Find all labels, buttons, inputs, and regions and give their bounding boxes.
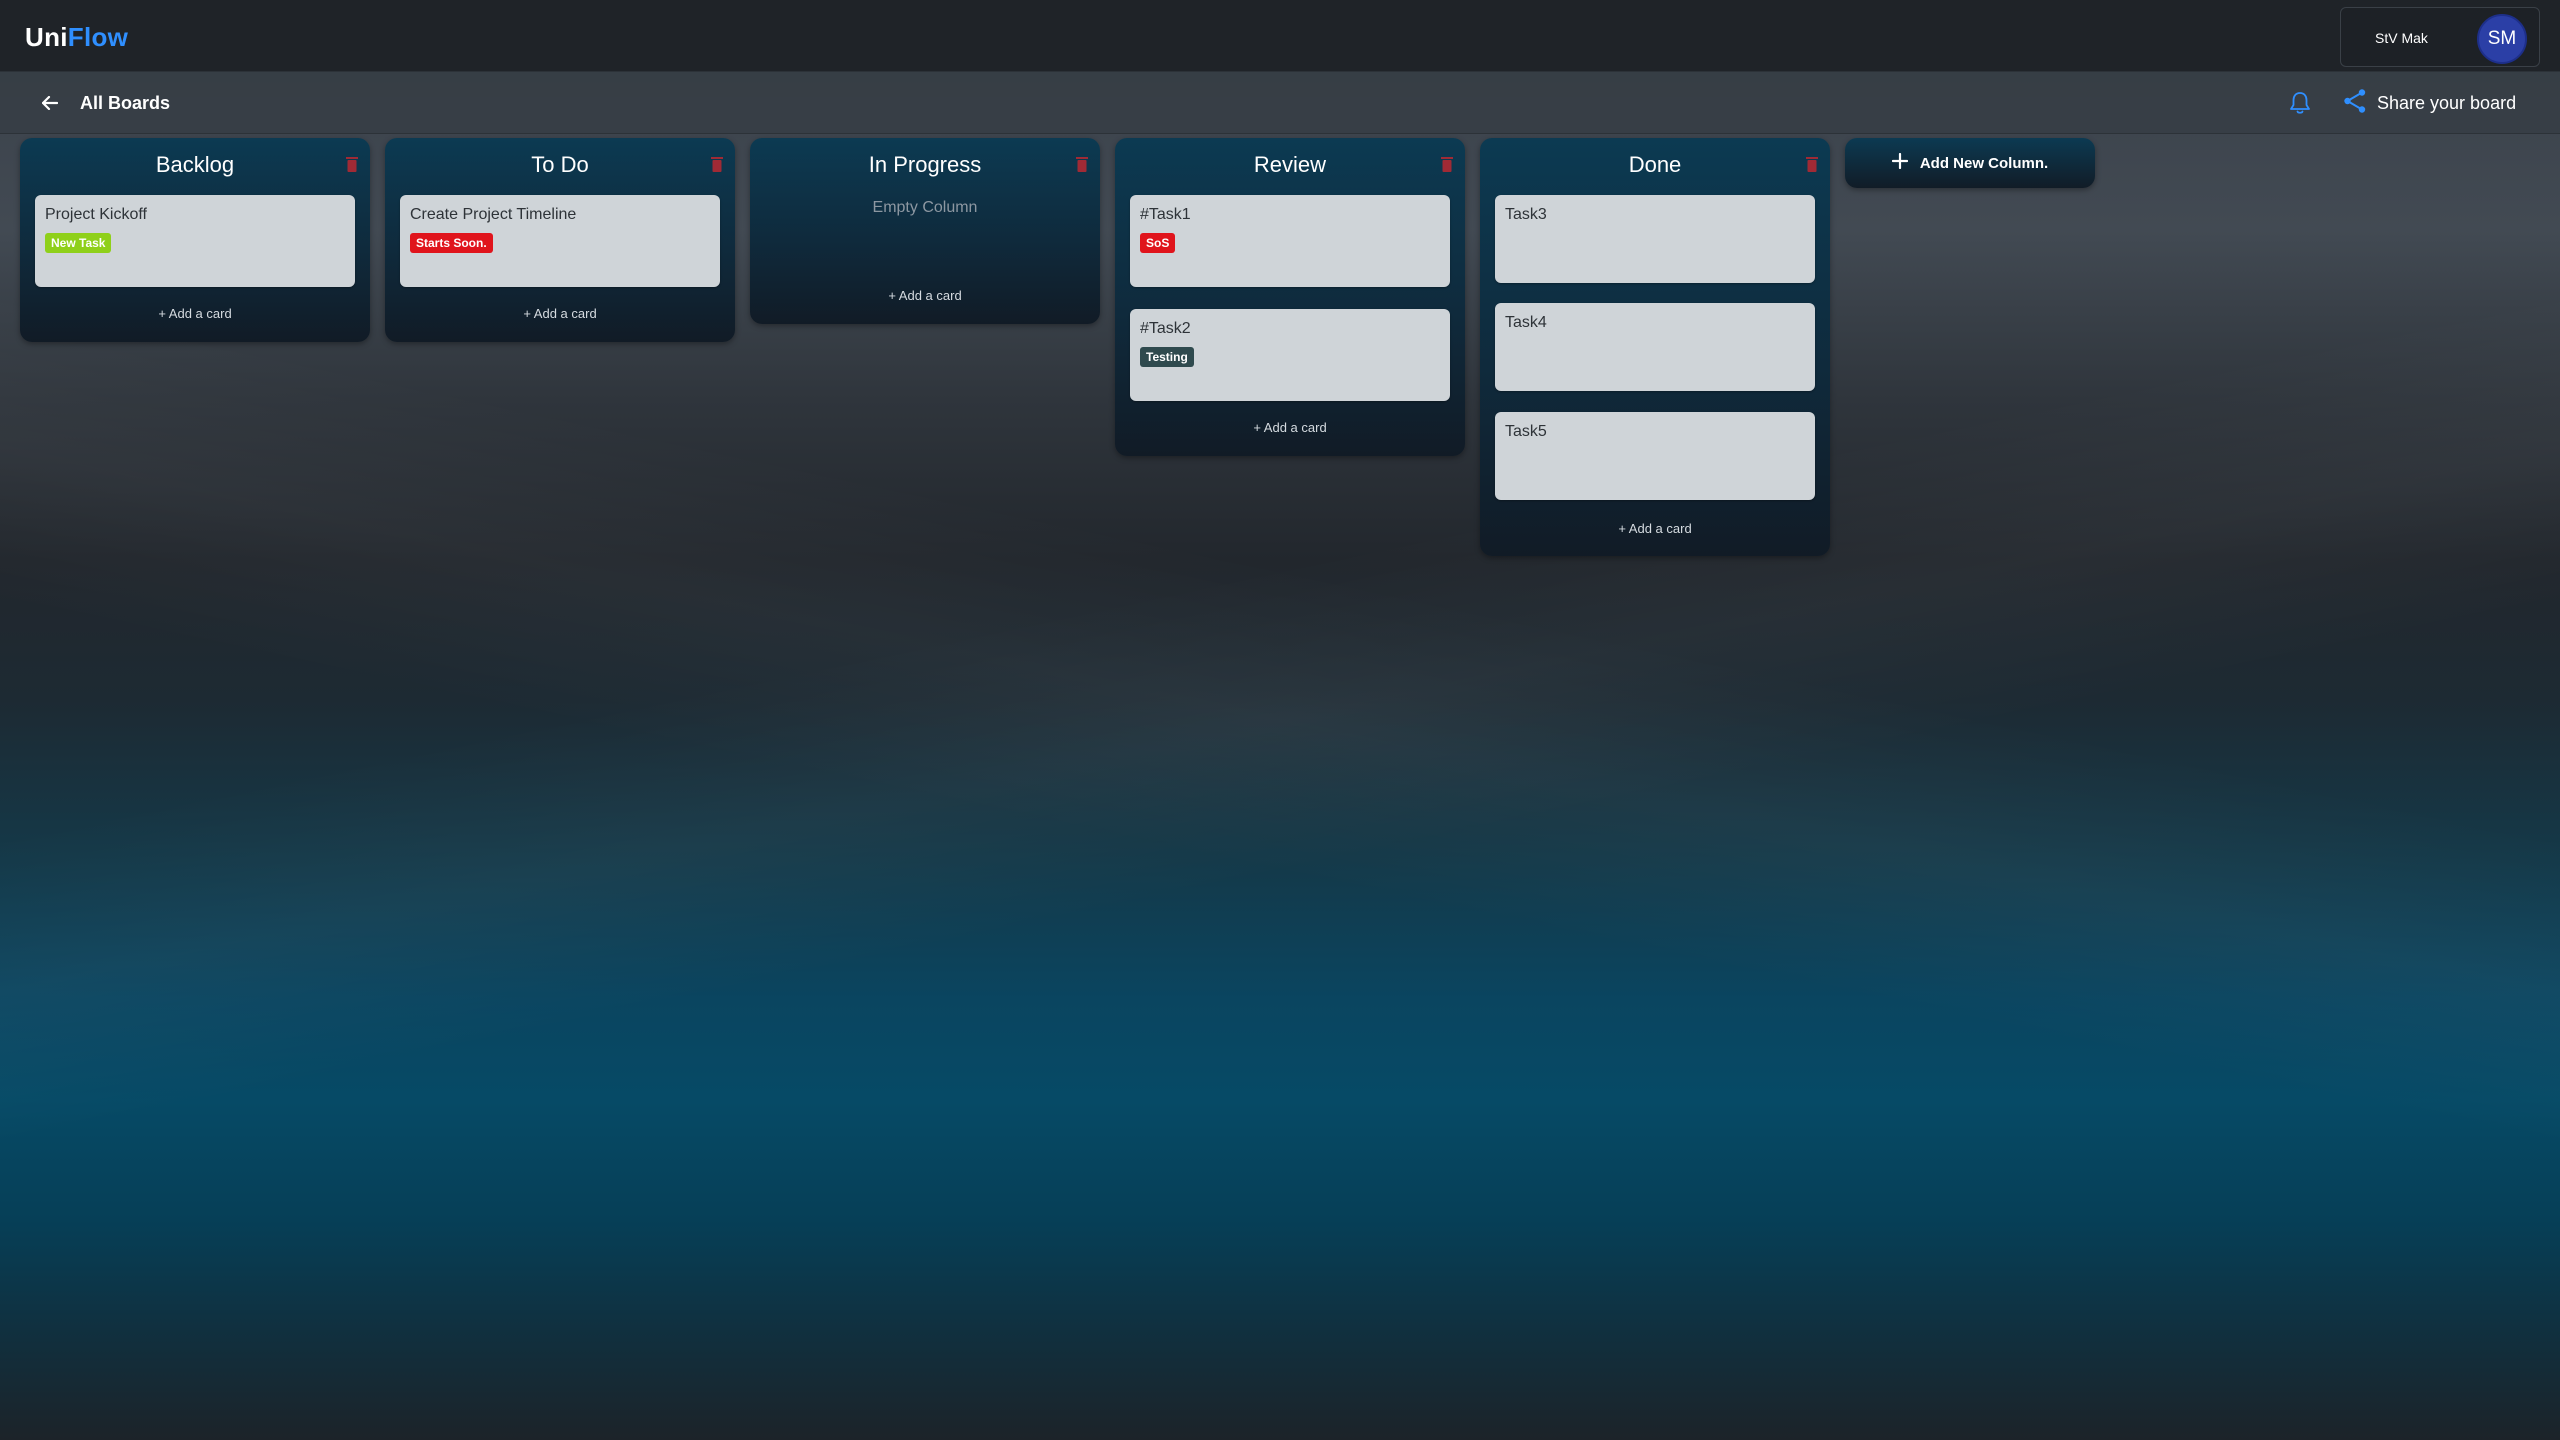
column-title: Review — [1253, 152, 1327, 177]
avatar[interactable]: SM — [2477, 14, 2527, 64]
top-navbar: UniFlow StV Mak SM — [0, 0, 2560, 72]
task-card[interactable]: Project Kickoff New Task — [35, 195, 355, 287]
all-boards-link[interactable]: All Boards — [80, 93, 170, 114]
column-review: Review #Task1 SoS #Task2 Testing + Add a… — [1115, 138, 1465, 456]
trash-icon[interactable] — [711, 156, 723, 172]
column-done: Done Task3 Task4 Task5 + Add a card — [1480, 138, 1830, 556]
plus-icon — [1891, 152, 1908, 174]
card-tag: Testing — [1140, 347, 1194, 367]
app-logo[interactable]: UniFlow — [25, 22, 128, 53]
add-card-button[interactable]: + Add a card — [750, 288, 1100, 303]
card-tag: New Task — [45, 233, 112, 253]
trash-icon[interactable] — [1806, 156, 1818, 172]
task-card[interactable]: Create Project Timeline Starts Soon. — [400, 195, 720, 287]
task-card[interactable]: Task3 — [1495, 195, 1815, 283]
card-title: Create Project Timeline — [410, 206, 577, 223]
add-card-button[interactable]: + Add a card — [20, 306, 370, 321]
add-card-button[interactable]: + Add a card — [1480, 521, 1830, 536]
bell-icon[interactable] — [2288, 90, 2314, 116]
column-title: In Progress — [868, 152, 982, 177]
column-title: Backlog — [155, 152, 235, 177]
task-card[interactable]: Task4 — [1495, 303, 1815, 391]
empty-column-text: Empty Column — [872, 199, 978, 216]
column-to-do: To Do Create Project Timeline Starts Soo… — [385, 138, 735, 342]
card-title: Task4 — [1505, 314, 1547, 331]
trash-icon[interactable] — [1076, 156, 1088, 172]
add-new-column-label: Add New Column. — [1919, 154, 2049, 172]
share-board-label: Share your board — [2377, 92, 2517, 113]
logo-text-flow: Flow — [67, 22, 129, 52]
task-card[interactable]: Task5 — [1495, 412, 1815, 500]
trash-icon[interactable] — [1441, 156, 1453, 172]
arrow-left-icon[interactable] — [40, 93, 60, 113]
column-backlog: Backlog Project Kickoff New Task + Add a… — [20, 138, 370, 342]
column-title: Done — [1628, 152, 1682, 177]
card-title: #Task2 — [1140, 320, 1191, 337]
user-name: StV Mak — [2375, 30, 2428, 46]
share-board-button[interactable]: Share your board — [2343, 88, 2517, 119]
card-title: #Task1 — [1140, 206, 1191, 223]
trash-icon[interactable] — [346, 156, 358, 172]
add-card-button[interactable]: + Add a card — [385, 306, 735, 321]
task-card[interactable]: #Task2 Testing — [1130, 309, 1450, 401]
column-title: To Do — [531, 152, 589, 177]
user-menu[interactable]: StV Mak SM — [2340, 7, 2540, 67]
card-tag: SoS — [1140, 233, 1176, 253]
card-tag: Starts Soon. — [410, 233, 493, 253]
add-card-button[interactable]: + Add a card — [1115, 420, 1465, 435]
card-title: Task3 — [1505, 206, 1547, 223]
share-icon — [2343, 88, 2367, 119]
add-new-column-button[interactable]: Add New Column. — [1845, 138, 2095, 188]
card-title: Project Kickoff — [45, 206, 147, 223]
column-in-progress: In Progress Empty Column + Add a card — [750, 138, 1100, 324]
board-toolbar: All Boards Share your board — [0, 72, 2560, 134]
card-title: Task5 — [1505, 423, 1547, 440]
task-card[interactable]: #Task1 SoS — [1130, 195, 1450, 287]
logo-text-uni: Uni — [25, 22, 68, 52]
